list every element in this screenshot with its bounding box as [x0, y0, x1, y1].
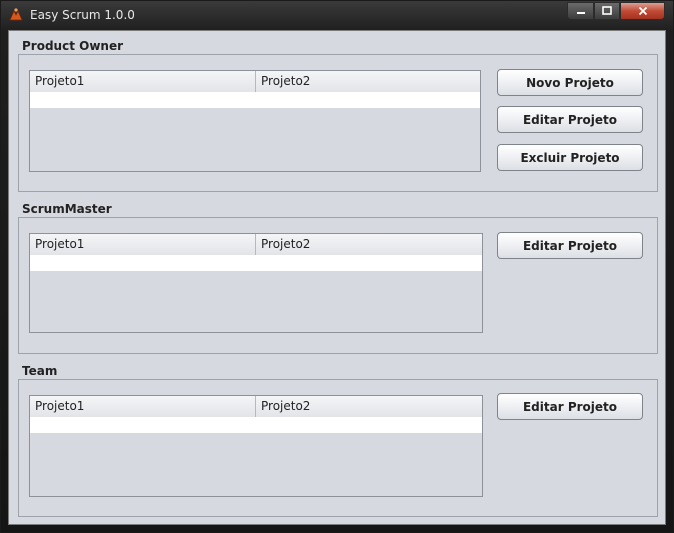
window-title: Easy Scrum 1.0.0: [30, 8, 135, 22]
minimize-icon[interactable]: [567, 2, 594, 20]
app-window: Easy Scrum 1.0.0 Product Owner Projeto1 …: [0, 0, 674, 533]
section-title-scrummaster: ScrumMaster: [22, 202, 112, 216]
editar-projeto-button[interactable]: Editar Projeto: [497, 393, 643, 420]
column-header-projeto1[interactable]: Projeto1: [30, 396, 256, 417]
editar-projeto-button[interactable]: Editar Projeto: [497, 232, 643, 259]
product-owner-table[interactable]: Projeto1 Projeto2: [29, 70, 481, 172]
table-header: Projeto1 Projeto2: [30, 234, 482, 256]
column-header-projeto2[interactable]: Projeto2: [256, 396, 482, 417]
column-header-projeto1[interactable]: Projeto1: [30, 234, 256, 255]
table-row[interactable]: [30, 417, 482, 433]
column-header-projeto1[interactable]: Projeto1: [30, 71, 256, 92]
novo-projeto-button[interactable]: Novo Projeto: [497, 69, 643, 96]
window-controls: [567, 2, 665, 21]
editar-projeto-button[interactable]: Editar Projeto: [497, 106, 643, 133]
main-content: Product Owner Projeto1 Projeto2 Novo Pro…: [8, 30, 666, 525]
table-row[interactable]: [30, 92, 480, 108]
excluir-projeto-button[interactable]: Excluir Projeto: [497, 144, 643, 171]
section-title-team: Team: [22, 364, 58, 378]
table-header: Projeto1 Projeto2: [30, 71, 480, 93]
table-row[interactable]: [30, 255, 482, 271]
team-table[interactable]: Projeto1 Projeto2: [29, 395, 483, 497]
title-bar[interactable]: Easy Scrum 1.0.0: [1, 1, 673, 29]
section-title-product-owner: Product Owner: [22, 39, 124, 53]
column-header-projeto2[interactable]: Projeto2: [256, 234, 482, 255]
scrummaster-table[interactable]: Projeto1 Projeto2: [29, 233, 483, 333]
close-icon[interactable]: [620, 2, 665, 20]
easy-scrum-icon: [9, 8, 23, 21]
maximize-icon[interactable]: [594, 2, 620, 20]
table-header: Projeto1 Projeto2: [30, 396, 482, 418]
column-header-projeto2[interactable]: Projeto2: [256, 71, 480, 92]
